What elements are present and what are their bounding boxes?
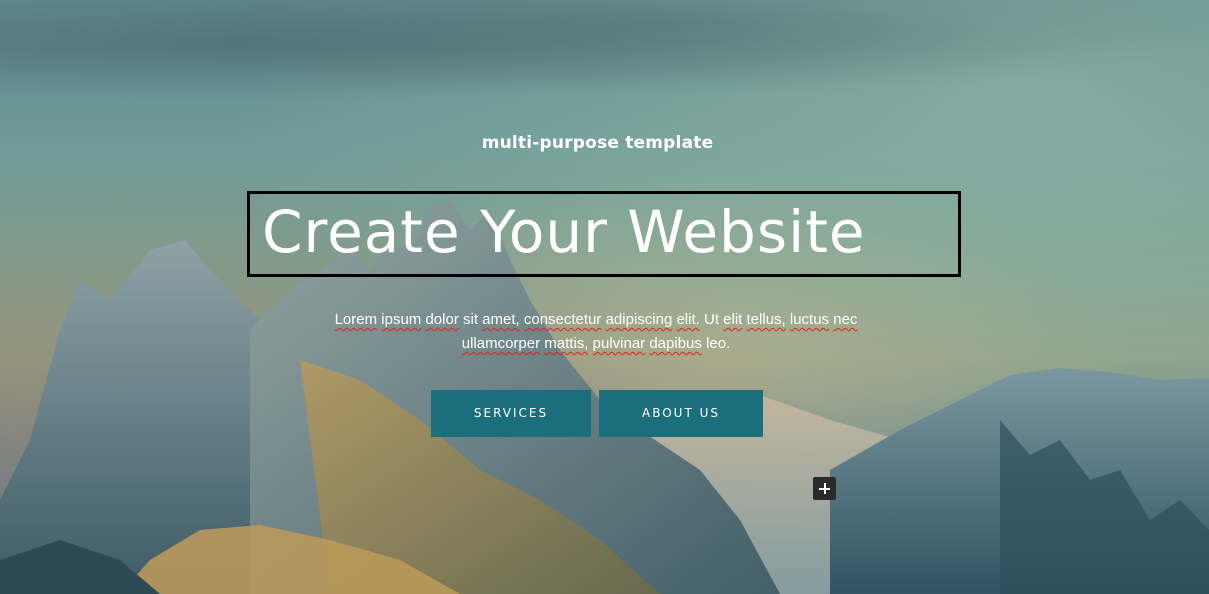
description-word: leo. — [706, 335, 731, 352]
hero-title[interactable]: Create Your Website — [262, 196, 866, 268]
hero-description-line-2: ullamcorper mattis, pulvinar dapibus leo… — [300, 332, 892, 356]
description-word: dolor — [425, 311, 459, 328]
description-word: consectetur — [523, 311, 602, 328]
description-word: adipiscing — [605, 311, 673, 328]
description-word: amet, — [482, 311, 520, 328]
hero-title-selection-box[interactable]: Create Your Website — [247, 191, 961, 277]
description-word: tellus, — [746, 311, 786, 328]
description-word: Lorem — [334, 311, 378, 328]
hero-content: multi-purpose template Create Your Websi… — [0, 0, 1209, 594]
description-word: elit — [723, 311, 743, 328]
description-word: ullamcorper — [461, 335, 541, 352]
about-us-button[interactable]: ABOUT US — [599, 390, 763, 437]
description-word: ipsum — [381, 311, 422, 328]
description-word: luctus — [789, 311, 830, 328]
description-word: mattis, — [544, 335, 589, 352]
hero-description[interactable]: Lorem ipsum dolor sit amet, consectetur … — [300, 308, 892, 356]
description-word: nec — [833, 311, 858, 328]
description-word: dapibus — [649, 335, 702, 352]
services-button[interactable]: SERVICES — [431, 390, 591, 437]
description-word: elit. — [676, 311, 700, 328]
hero-section: multi-purpose template Create Your Websi… — [0, 0, 1209, 594]
plus-icon[interactable] — [813, 477, 836, 500]
hero-description-line-1: Lorem ipsum dolor sit amet, consectetur … — [300, 308, 892, 332]
description-word: Ut — [703, 311, 719, 328]
description-word: sit — [463, 311, 478, 328]
hero-eyebrow: multi-purpose template — [481, 133, 714, 153]
description-word: pulvinar — [592, 335, 646, 352]
